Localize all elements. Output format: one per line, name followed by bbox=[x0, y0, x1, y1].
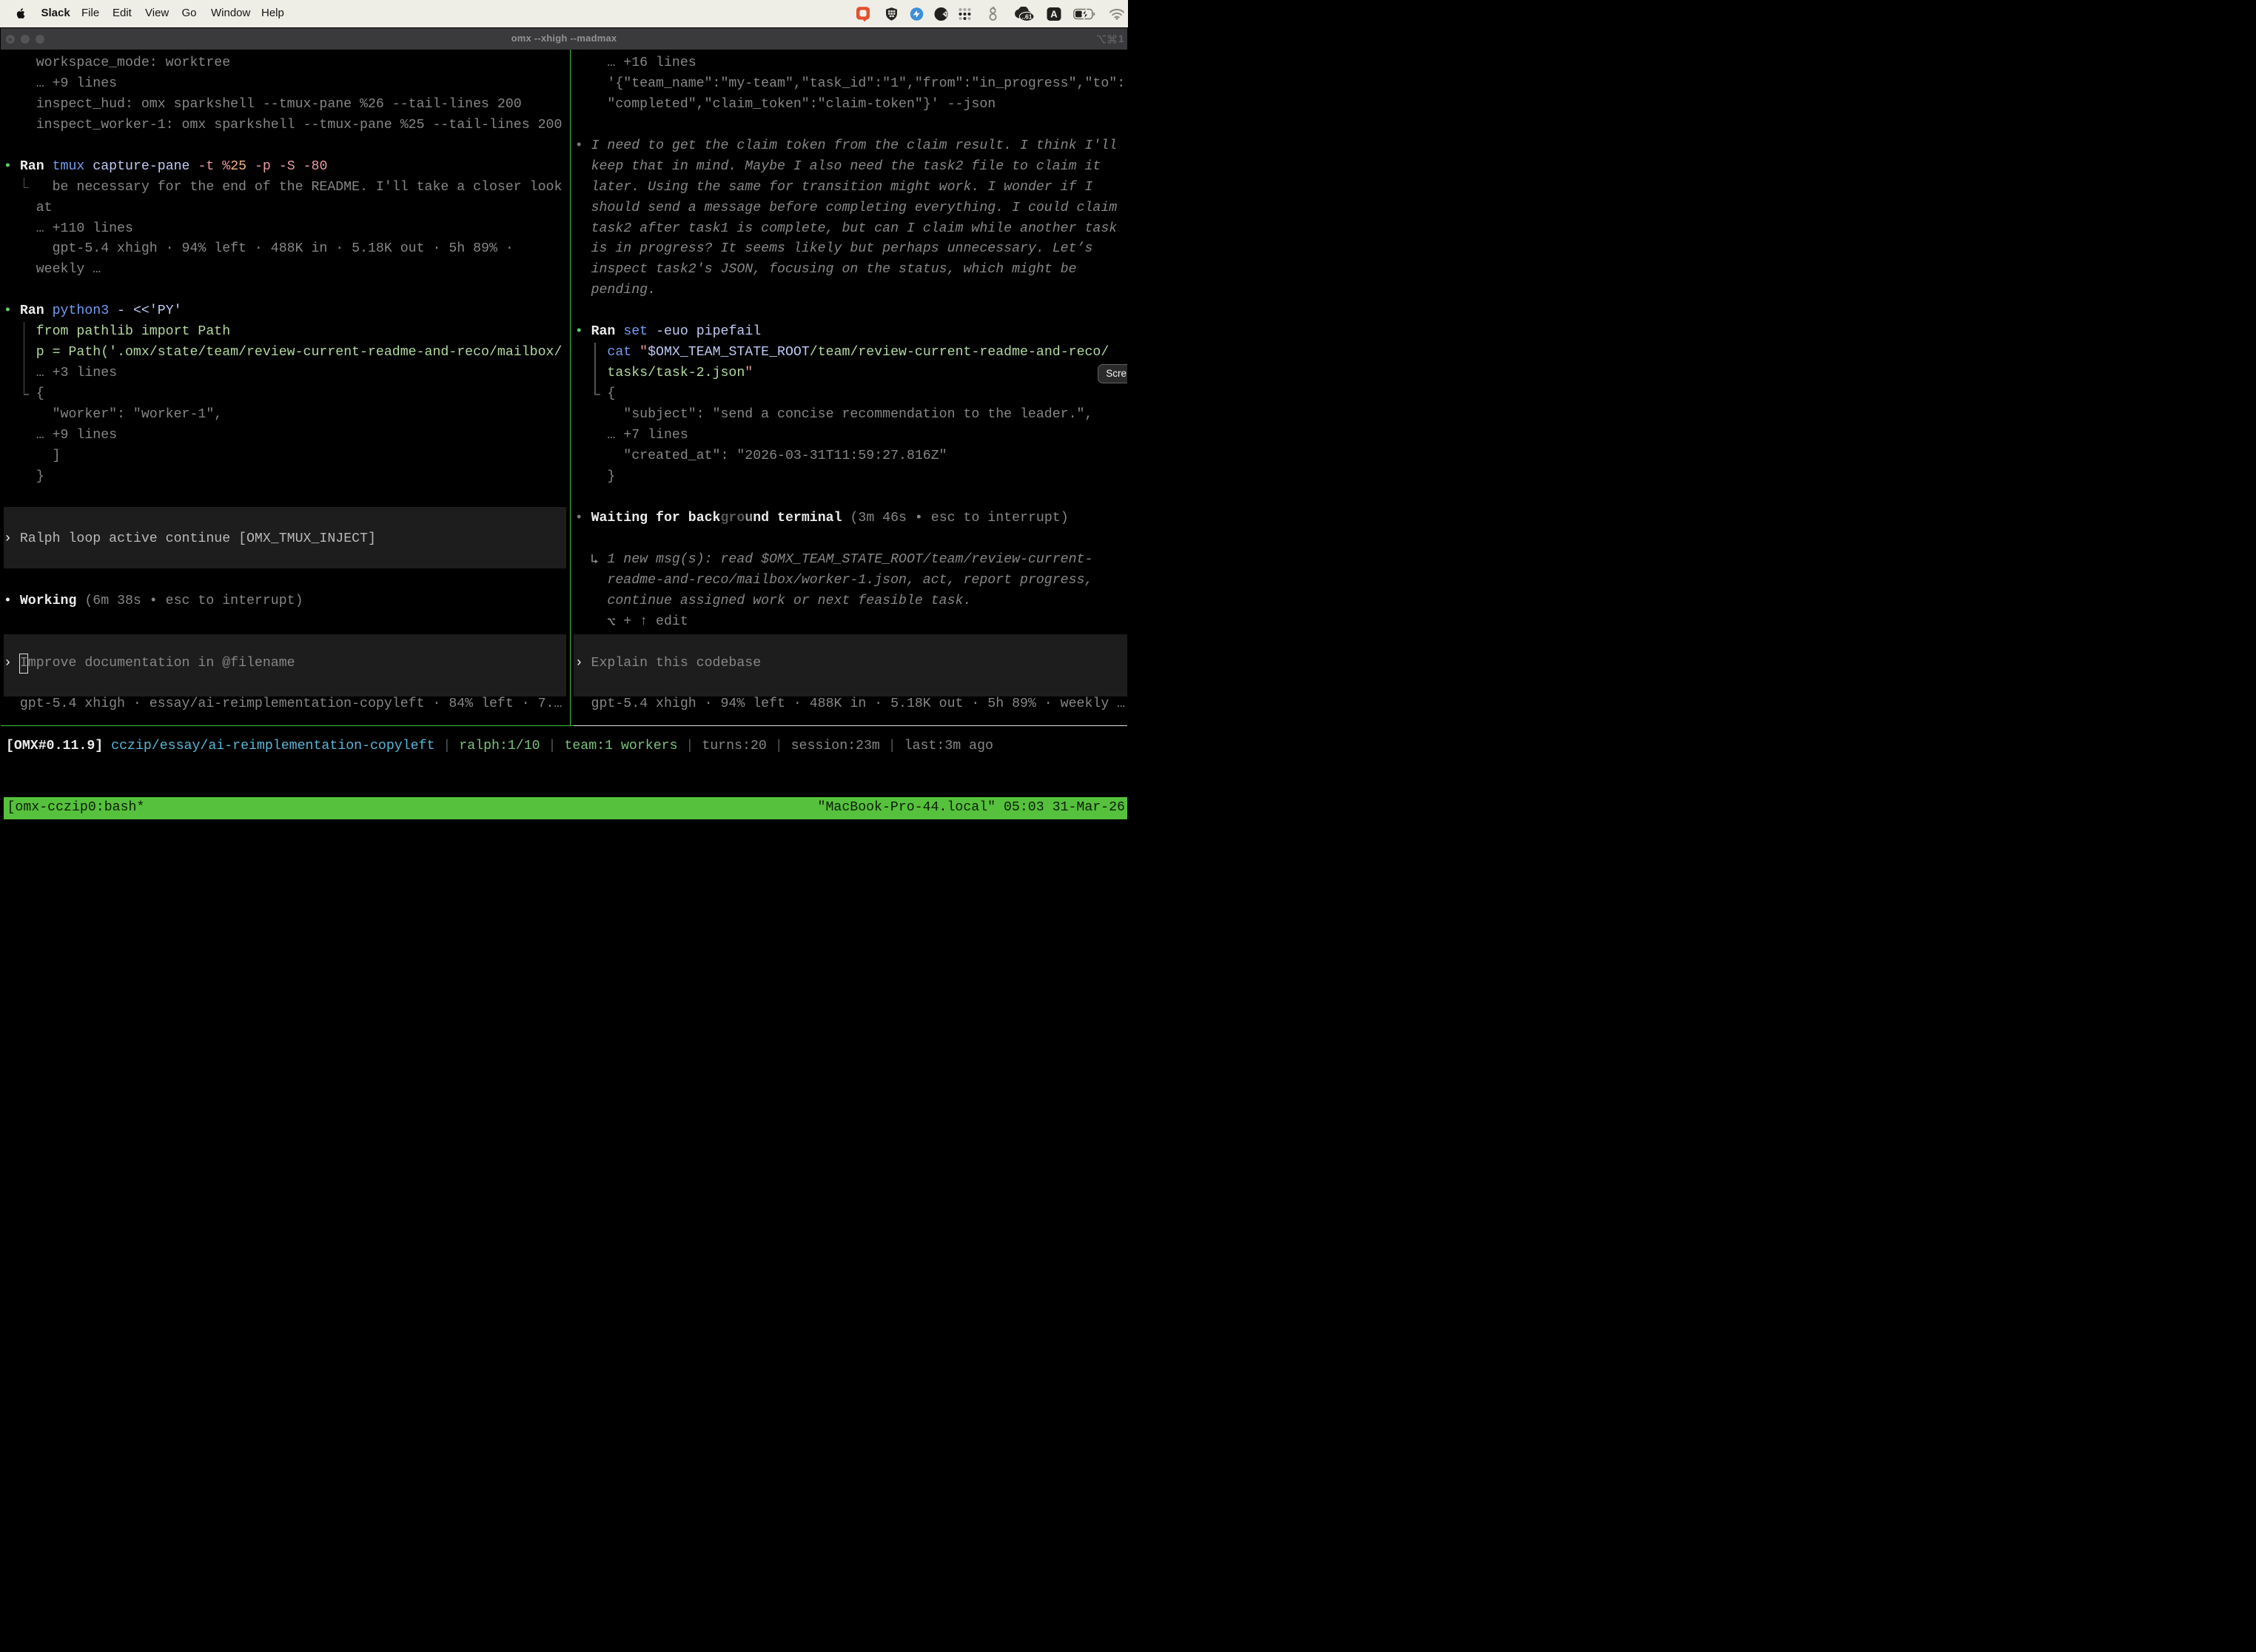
svg-text:..61: ..61 bbox=[1021, 13, 1033, 20]
svg-text:A: A bbox=[1050, 8, 1058, 19]
